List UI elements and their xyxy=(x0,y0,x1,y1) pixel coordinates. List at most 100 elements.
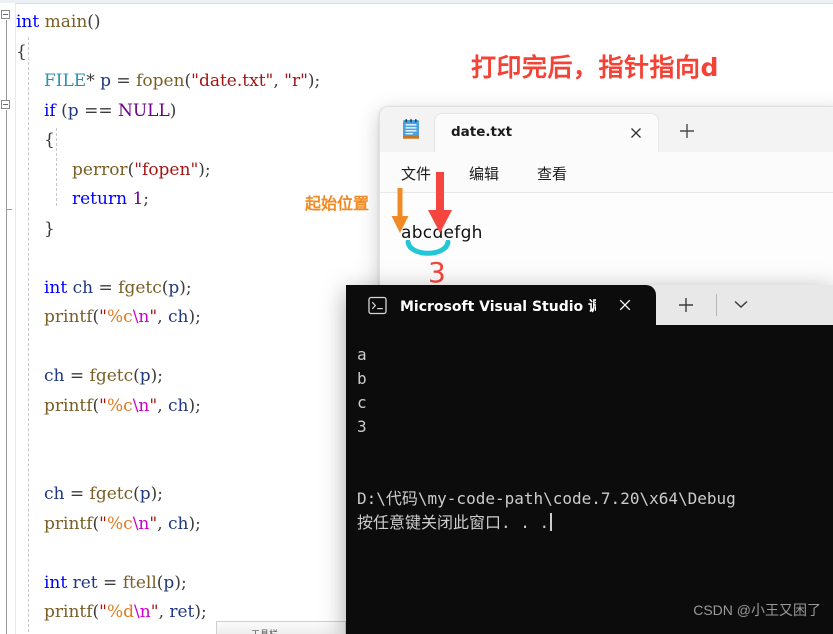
console-prompt-text: 按任意键关闭此窗口. . . xyxy=(357,513,550,532)
code-line: return 1; xyxy=(72,185,149,215)
fold-line-main-cont xyxy=(6,210,7,634)
plus-icon[interactable] xyxy=(677,296,695,314)
console-window[interactable]: Microsoft Visual Studio 调试控 abc 3 D:\代码\m… xyxy=(346,285,833,634)
code-token: printf xyxy=(44,395,93,416)
code-line: ch = fgetc(p); xyxy=(44,362,163,392)
notepad-tab-strip: date.txt xyxy=(380,107,833,152)
code-token: ch xyxy=(72,277,94,298)
code-token: perror xyxy=(72,159,128,180)
code-token: printf xyxy=(44,602,93,622)
code-token: p xyxy=(100,71,112,91)
code-token: ); xyxy=(174,572,187,593)
code-token: = xyxy=(64,366,90,386)
code-token: p xyxy=(139,484,151,504)
watermark: CSDN @小王又困了 xyxy=(693,602,821,618)
chevron-down-icon[interactable] xyxy=(732,299,750,309)
fold-box-if[interactable] xyxy=(1,100,10,109)
console-caret xyxy=(550,513,552,531)
notepad-menu-view[interactable]: 查看 xyxy=(537,163,567,184)
editor-bottom-popup-label: 工具栏 xyxy=(251,629,279,634)
console-output-line: 3 xyxy=(357,417,367,436)
code-token: fopen xyxy=(136,71,185,91)
code-token: fgetc xyxy=(89,484,134,504)
code-line: printf("%c\n", ch); xyxy=(44,510,201,540)
annotation-orange-label: 起始位置 xyxy=(305,194,370,213)
code-token: \n xyxy=(132,513,150,534)
code-line: printf("%d\n", ret); xyxy=(44,598,207,628)
code-token: %c xyxy=(107,395,133,416)
code-line: printf("%c\n", ch); xyxy=(44,303,201,333)
code-line: printf("%c\n", ch); xyxy=(44,392,201,422)
code-token: NULL xyxy=(117,100,170,121)
code-token: return xyxy=(72,189,128,209)
notepad-text-body[interactable]: abcdefgh xyxy=(380,193,833,297)
code-token: ); xyxy=(150,484,164,504)
code-token: p xyxy=(67,100,79,121)
code-token: fgetc xyxy=(89,366,134,386)
code-token: ); xyxy=(188,513,201,534)
annotation-red-title: 打印完后，指针指向d xyxy=(471,53,719,82)
code-token: ret xyxy=(72,572,98,593)
console-toolbar-separator xyxy=(716,294,717,316)
code-token: == xyxy=(78,100,118,121)
code-token: * xyxy=(86,71,101,91)
code-line: perror("fopen"); xyxy=(72,156,211,186)
editor-bottom-popup[interactable]: 工具栏 xyxy=(216,621,346,634)
code-token: main xyxy=(44,12,88,32)
code-token: printf xyxy=(44,513,93,534)
plus-icon[interactable] xyxy=(676,120,698,142)
code-line: int ret = ftell(p); xyxy=(44,569,187,599)
code-token: , xyxy=(273,71,285,91)
code-line: { xyxy=(44,126,55,156)
code-token: ( xyxy=(133,366,140,386)
code-token: "date.txt" xyxy=(191,71,274,91)
code-token: , xyxy=(158,602,170,622)
console-icon xyxy=(368,296,387,315)
fold-line-main xyxy=(6,20,7,100)
code-token: 1 xyxy=(132,189,144,209)
notepad-menu-file[interactable]: 文件 xyxy=(401,163,431,184)
notepad-window[interactable]: date.txt 文件 编辑 查看 abcdefgh xyxy=(379,106,833,297)
code-token: , xyxy=(157,307,169,327)
console-tab-strip: Microsoft Visual Studio 调试控 xyxy=(346,285,833,325)
console-output-body[interactable]: abc 3 D:\代码\my-code-path\code.7.20\x64\De… xyxy=(346,325,833,634)
close-icon[interactable] xyxy=(628,125,644,141)
code-token: "fopen" xyxy=(134,159,199,180)
console-tab-title: Microsoft Visual Studio 调试控 xyxy=(400,299,596,315)
code-line: if (p == NULL) xyxy=(44,97,176,127)
code-token: ch xyxy=(168,395,189,416)
notepad-menu-bar: 文件 编辑 查看 xyxy=(380,152,833,193)
code-token: ( xyxy=(55,100,68,121)
console-output-line: c xyxy=(357,393,367,412)
code-token: = xyxy=(111,71,137,91)
code-token: = xyxy=(64,484,90,504)
notepad-icon xyxy=(403,119,419,139)
code-token: ftell xyxy=(122,572,157,593)
close-icon[interactable] xyxy=(617,297,633,313)
code-token: %c xyxy=(107,513,133,534)
code-token: , xyxy=(157,395,169,416)
code-token: int xyxy=(16,12,40,32)
notepad-tab[interactable]: date.txt xyxy=(434,113,659,152)
code-token: \n xyxy=(132,307,150,327)
code-token: \n xyxy=(134,602,151,622)
code-token: ); xyxy=(179,277,192,298)
code-token: ); xyxy=(188,307,201,327)
code-token: ch xyxy=(168,307,189,327)
fold-box-main[interactable] xyxy=(1,10,10,19)
console-output-line: a xyxy=(357,345,367,364)
code-token: } xyxy=(44,218,55,239)
code-token: int xyxy=(44,277,68,298)
code-token: ; xyxy=(143,189,150,209)
code-token: FILE xyxy=(44,71,87,91)
code-token: ch xyxy=(44,484,65,504)
code-token: ); xyxy=(198,159,211,180)
indent-guide xyxy=(56,128,57,206)
code-folding-margin[interactable] xyxy=(0,3,16,634)
fold-line-if xyxy=(6,110,7,210)
console-output-line: b xyxy=(357,369,367,388)
notepad-menu-edit[interactable]: 编辑 xyxy=(469,163,499,184)
console-tab[interactable]: Microsoft Visual Studio 调试控 xyxy=(346,285,656,325)
code-token: \n xyxy=(132,395,150,416)
code-token: = xyxy=(97,572,123,593)
